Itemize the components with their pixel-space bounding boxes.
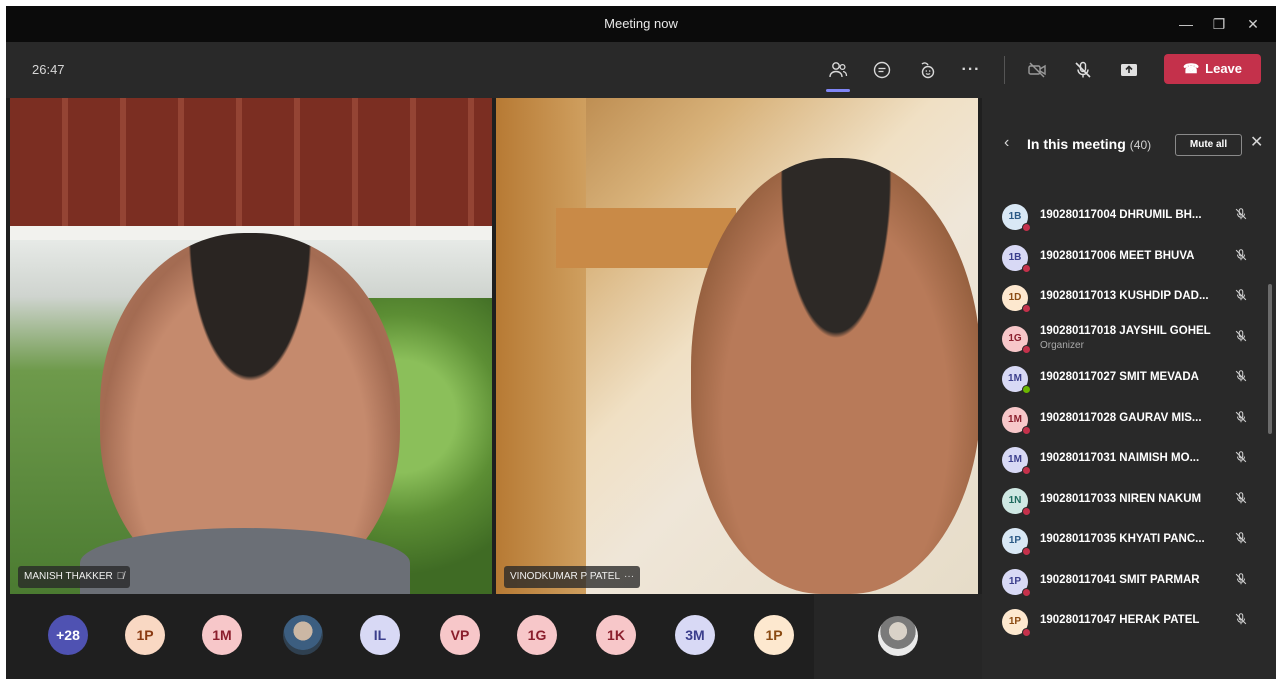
toolbar-divider	[1004, 56, 1005, 84]
chevron-left-icon[interactable]: ‹	[1004, 134, 1009, 152]
self-video-tile[interactable]	[814, 594, 982, 679]
participant-head	[691, 158, 978, 594]
participant-avatar[interactable]: VP	[440, 615, 480, 655]
more-options-icon[interactable]: ···	[957, 56, 985, 84]
presence-status-icon	[1022, 506, 1031, 516]
mic-muted-icon	[1234, 491, 1248, 508]
mic-muted-icon	[1234, 369, 1248, 386]
presence-status-icon	[1022, 466, 1031, 475]
mic-muted-icon	[1234, 612, 1248, 629]
presence-status-icon	[1022, 385, 1031, 394]
participant-name: MANISH THAKKER	[24, 571, 113, 582]
participant-row[interactable]: 1P 190280117035 KHYATI PANC...	[982, 520, 1276, 560]
participant-name: 190280117006 MEET BHUVA	[1040, 249, 1195, 262]
mic-muted-icon	[1234, 248, 1248, 265]
participant-avatar[interactable]: 1P	[125, 615, 165, 655]
participant-name: VINODKUMAR P PATEL	[510, 571, 621, 582]
more-icon[interactable]: ···	[624, 571, 634, 582]
scrollbar[interactable]	[1268, 284, 1272, 434]
video-name-label: VINODKUMAR P PATEL ···	[504, 566, 641, 588]
close-window-button[interactable]: ✕	[1238, 6, 1268, 42]
participant-avatar[interactable]: 3M	[675, 615, 715, 655]
panel-title: In this meeting (40)	[1027, 136, 1151, 152]
participant-avatar[interactable]: 1P	[754, 615, 794, 655]
mic-muted-icon	[1234, 288, 1248, 305]
participant-name: 190280117028 GAURAV MIS...	[1040, 411, 1202, 424]
minimize-button[interactable]: —	[1171, 6, 1201, 42]
self-avatar	[878, 616, 918, 656]
presence-status-icon	[1022, 223, 1031, 232]
participant-row[interactable]: 1M 190280117031 NAIMISH MO...	[982, 439, 1276, 479]
panel-header: ‹ In this meeting (40) Mute all ✕	[982, 98, 1276, 182]
participant-row[interactable]: 1P 190280117047 HERAK PATEL	[982, 601, 1276, 641]
participant-row[interactable]: 1D 190280117013 KUSHDIP DAD...	[982, 277, 1276, 317]
participants-panel: ‹ In this meeting (40) Mute all ✕ 1B 19028…	[982, 98, 1276, 679]
video-feed-image	[496, 98, 586, 594]
participant-name: 190280117047 HERAK PATEL	[1040, 614, 1200, 626]
title-bar: Meeting now — ❐ ✕	[6, 6, 1276, 42]
participant-row[interactable]: 1B 190280117004 DHRUMIL BH...	[982, 196, 1276, 236]
video-name-label: MANISH THAKKER 🎙̸	[18, 566, 131, 588]
mute-all-button[interactable]: Mute all	[1175, 134, 1242, 156]
participant-role: Organizer	[1040, 339, 1084, 351]
teams-window: Meeting now — ❐ ✕ 26:47 ··· ☎ Leave MANI…	[6, 6, 1276, 679]
phone-hangup-icon: ☎	[1182, 61, 1200, 76]
participant-name: 190280117013 KUSHDIP DAD...	[1040, 290, 1209, 302]
participant-strip: +28 1P 1M IL VP 1G 1K 3M 1P	[6, 594, 982, 679]
participant-avatar[interactable]: 1G	[517, 615, 557, 655]
participant-name: 190280117041 SMIT PARMAR	[1040, 573, 1200, 586]
camera-off-icon[interactable]	[1023, 56, 1051, 84]
presence-status-icon	[1022, 263, 1031, 273]
presence-status-icon	[1022, 587, 1031, 597]
share-screen-icon[interactable]	[1115, 56, 1143, 84]
presence-status-icon	[1022, 628, 1031, 637]
video-tile-2[interactable]: VINODKUMAR P PATEL ···	[496, 98, 978, 594]
video-feed-image	[10, 98, 492, 226]
participant-count: (40)	[1129, 138, 1152, 152]
participant-row[interactable]: 1G 190280117018 JAYSHIL GOHEL Organizer	[982, 318, 1276, 358]
mic-muted-icon	[1234, 450, 1248, 467]
participant-name: 190280117004 DHRUMIL BH...	[1040, 209, 1202, 221]
participant-name: 190280117035 KHYATI PANC...	[1040, 533, 1205, 545]
people-icon[interactable]	[824, 56, 852, 92]
participant-row[interactable]: 1N 190280117033 NIREN NAKUM	[982, 480, 1276, 520]
video-tile-1[interactable]: MANISH THAKKER 🎙̸	[10, 98, 492, 594]
close-icon[interactable]: ✕	[1250, 132, 1263, 152]
mic-muted-icon	[1234, 207, 1248, 224]
video-feed-image	[556, 208, 736, 268]
mic-muted-icon	[1234, 531, 1248, 548]
participant-row[interactable]: 1B 190280117006 MEET BHUVA	[982, 237, 1276, 277]
mic-muted-icon: 🎙̸	[116, 571, 125, 582]
participant-avatar[interactable]: IL	[360, 615, 400, 655]
meeting-toolbar: 26:47 ··· ☎ Leave	[6, 42, 1276, 98]
presence-status-icon	[1022, 547, 1031, 556]
restore-button[interactable]: ❐	[1204, 6, 1234, 42]
chat-icon[interactable]	[868, 56, 896, 84]
participant-row[interactable]: 1M 190280117027 SMIT MEVADA	[982, 358, 1276, 398]
participant-avatar[interactable]: 1M	[202, 615, 242, 655]
mic-off-icon[interactable]	[1069, 56, 1097, 84]
mic-muted-icon	[1234, 329, 1248, 346]
leave-label: Leave	[1205, 61, 1243, 76]
presence-status-icon	[1022, 344, 1031, 354]
participant-avatar-photo[interactable]	[283, 615, 323, 655]
panel-title-text: In this meeting	[1027, 136, 1126, 152]
window-title: Meeting now	[604, 16, 678, 31]
meeting-timer: 26:47	[32, 62, 65, 77]
participant-avatar[interactable]: 1K	[596, 615, 636, 655]
participant-name: 190280117027 SMIT MEVADA	[1040, 371, 1199, 383]
participant-row[interactable]: 1P 190280117041 SMIT PARMAR	[982, 561, 1276, 601]
presence-status-icon	[1022, 425, 1031, 435]
participant-row[interactable]: 1M 190280117028 GAURAV MIS...	[982, 399, 1276, 439]
participant-avatar[interactable]: +28	[48, 615, 88, 655]
participant-name: 190280117018 JAYSHIL GOHEL	[1040, 324, 1211, 337]
mic-muted-icon	[1234, 572, 1248, 589]
reactions-icon[interactable]	[913, 56, 941, 84]
mic-muted-icon	[1234, 410, 1248, 427]
participant-name: 190280117031 NAIMISH MO...	[1040, 452, 1200, 464]
presence-status-icon	[1022, 304, 1031, 313]
leave-button[interactable]: ☎ Leave	[1164, 54, 1261, 84]
participant-name: 190280117033 NIREN NAKUM	[1040, 492, 1202, 505]
